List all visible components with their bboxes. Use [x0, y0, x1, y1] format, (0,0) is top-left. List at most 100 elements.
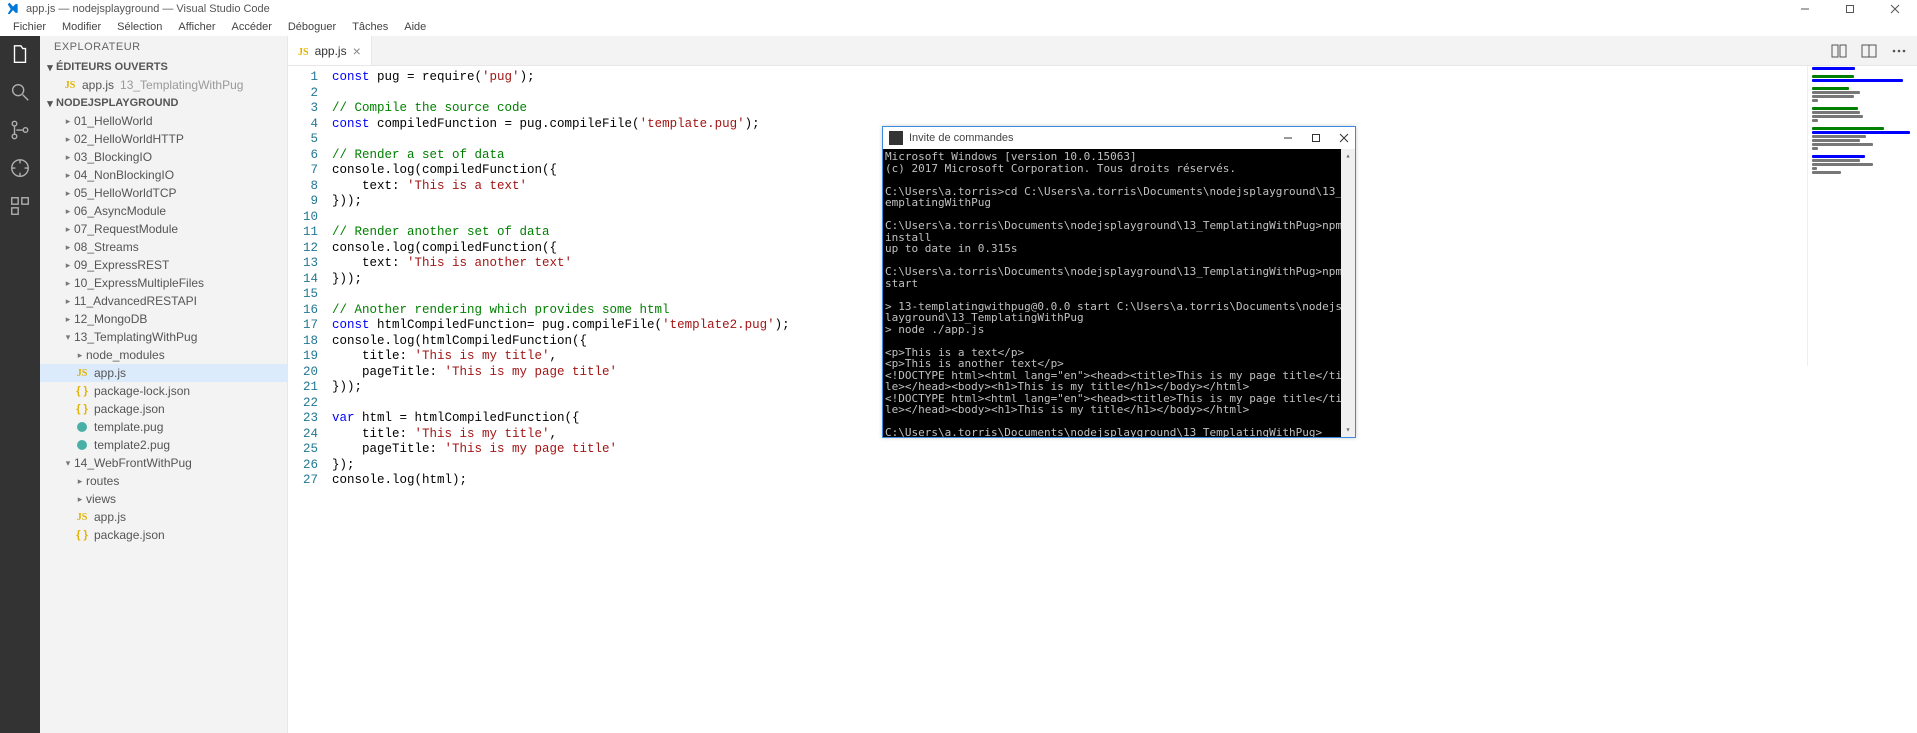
vscode-logo-icon [6, 2, 20, 16]
explorer-title: EXPLORATEUR [40, 36, 287, 58]
menu-tâches[interactable]: Tâches [345, 19, 395, 35]
extensions-icon[interactable] [8, 194, 32, 218]
close-tab-icon[interactable]: × [353, 43, 361, 59]
terminal-minimize-button[interactable] [1283, 133, 1293, 143]
folder-item[interactable]: ▸07_RequestModule [40, 220, 287, 238]
folder-label: 03_BlockingIO [74, 150, 152, 164]
window-close-button[interactable] [1872, 0, 1917, 18]
menu-fichier[interactable]: Fichier [6, 19, 53, 35]
compare-changes-icon[interactable] [1831, 43, 1847, 59]
twisty-icon: ▸ [62, 206, 74, 217]
folder-label: 12_MongoDB [74, 312, 147, 326]
terminal-line: <!DOCTYPE html><html lang="en"><head><ti… [885, 393, 1353, 416]
explorer-icon[interactable] [8, 42, 32, 66]
scroll-up-icon[interactable]: ▴ [1341, 149, 1355, 163]
folder-label: views [86, 492, 116, 506]
terminal-maximize-button[interactable] [1311, 133, 1321, 143]
file-item[interactable]: template.pug [40, 418, 287, 436]
folder-label: 10_ExpressMultipleFiles [74, 276, 204, 290]
file-label: package.json [94, 528, 165, 542]
folder-item[interactable]: ▸node_modules [40, 346, 287, 364]
folder-label: 07_RequestModule [74, 222, 178, 236]
menu-accéder[interactable]: Accéder [225, 19, 279, 35]
folder-item[interactable]: ▸10_ExpressMultipleFiles [40, 274, 287, 292]
file-item[interactable]: { } package-lock.json [40, 382, 287, 400]
debug-icon[interactable] [8, 156, 32, 180]
folder-item[interactable]: ▸12_MongoDB [40, 310, 287, 328]
file-icon: { } [74, 385, 90, 397]
folder-item[interactable]: ▸06_AsyncModule [40, 202, 287, 220]
folder-label: routes [86, 474, 119, 488]
file-label: package-lock.json [94, 384, 190, 398]
command-prompt-title: Invite de commandes [909, 132, 1014, 144]
folder-label: 09_ExpressREST [74, 258, 169, 272]
menu-déboguer[interactable]: Déboguer [281, 19, 343, 35]
explorer-sidebar: EXPLORATEUR ▾ÉDITEURS OUVERTS JSapp.js13… [40, 36, 288, 733]
file-item[interactable]: { }package.json [40, 400, 287, 418]
twisty-icon: ▸ [62, 170, 74, 181]
folder-item[interactable]: ▸routes [40, 472, 287, 490]
file-item[interactable]: JSapp.js [40, 364, 287, 382]
file-item[interactable]: { } package.json [40, 526, 287, 544]
folder-item[interactable]: ▸02_HelloWorldHTTP [40, 130, 287, 148]
folder-item[interactable]: ▾14_WebFrontWithPug [40, 454, 287, 472]
twisty-icon: ▸ [62, 224, 74, 235]
command-prompt-titlebar[interactable]: Invite de commandes [883, 127, 1355, 149]
terminal-line: C:\Users\a.torris>cd C:\Users\a.torris\D… [885, 186, 1353, 209]
file-item[interactable]: JSapp.js [40, 508, 287, 526]
window-minimize-button[interactable] [1782, 0, 1827, 18]
terminal-body[interactable]: Microsoft Windows [version 10.0.15063](c… [883, 149, 1355, 437]
open-editors-header[interactable]: ▾ÉDITEURS OUVERTS [40, 58, 287, 76]
folder-item[interactable]: ▸08_Streams [40, 238, 287, 256]
editor-tab[interactable]: JSapp.js× [288, 36, 372, 65]
menu-modifier[interactable]: Modifier [55, 19, 108, 35]
twisty-icon: ▾ [62, 458, 74, 469]
twisty-icon: ▸ [62, 152, 74, 163]
window-maximize-button[interactable] [1827, 0, 1872, 18]
code-content[interactable]: const pug = require('pug'); // Compile t… [332, 66, 790, 733]
more-actions-icon[interactable] [1891, 43, 1907, 59]
split-editor-icon[interactable] [1861, 43, 1877, 59]
terminal-line: (c) 2017 Microsoft Corporation. Tous dro… [885, 163, 1353, 175]
file-icon: { } [74, 529, 90, 541]
twisty-icon: ▸ [62, 134, 74, 145]
folder-item[interactable]: ▸03_BlockingIO [40, 148, 287, 166]
file-label: app.js [94, 510, 126, 524]
command-prompt-window[interactable]: Invite de commandes Microsoft Windows [v… [882, 126, 1356, 438]
terminal-line [885, 289, 1353, 301]
menu-afficher[interactable]: Afficher [171, 19, 222, 35]
twisty-icon: ▸ [74, 494, 86, 505]
open-editor-item[interactable]: JSapp.js13_TemplatingWithPug [40, 76, 287, 94]
terminal-line: C:\Users\a.torris\Documents\nodejsplaygr… [885, 266, 1353, 289]
line-number-gutter: 1234567891011121314151617181920212223242… [288, 66, 332, 733]
terminal-line: <!DOCTYPE html><html lang="en"><head><ti… [885, 370, 1353, 393]
terminal-close-button[interactable] [1339, 133, 1349, 143]
folder-label: 11_AdvancedRESTAPI [74, 294, 197, 308]
window-titlebar: app.js — nodejsplayground — Visual Studi… [0, 0, 1917, 18]
minimap[interactable] [1807, 66, 1917, 366]
file-icon [74, 421, 90, 433]
twisty-icon: ▸ [74, 476, 86, 487]
folder-item[interactable]: ▸09_ExpressREST [40, 256, 287, 274]
folder-item[interactable]: ▸01_HelloWorld [40, 112, 287, 130]
twisty-icon: ▸ [62, 188, 74, 199]
file-item[interactable]: template2.pug [40, 436, 287, 454]
twisty-icon: ▸ [62, 260, 74, 271]
file-label: package.json [94, 402, 165, 416]
terminal-line: C:\Users\a.torris\Documents\nodejsplaygr… [885, 427, 1353, 437]
folder-item[interactable]: ▸04_NonBlockingIO [40, 166, 287, 184]
scroll-down-icon[interactable]: ▾ [1341, 423, 1355, 437]
twisty-icon: ▸ [62, 242, 74, 253]
folder-item[interactable]: ▸views [40, 490, 287, 508]
menu-aide[interactable]: Aide [397, 19, 433, 35]
folder-item[interactable]: ▾13_TemplatingWithPug [40, 328, 287, 346]
search-icon[interactable] [8, 80, 32, 104]
folder-item[interactable]: ▸05_HelloWorldTCP [40, 184, 287, 202]
folder-label: 01_HelloWorld [74, 114, 153, 128]
source-control-icon[interactable] [8, 118, 32, 142]
menu-sélection[interactable]: Sélection [110, 19, 169, 35]
terminal-scrollbar[interactable]: ▴ ▾ [1341, 149, 1355, 437]
workspace-header[interactable]: ▾NODEJSPLAYGROUND [40, 94, 287, 112]
folder-item[interactable]: ▸11_AdvancedRESTAPI [40, 292, 287, 310]
workspace-label: NODEJSPLAYGROUND [56, 97, 178, 109]
